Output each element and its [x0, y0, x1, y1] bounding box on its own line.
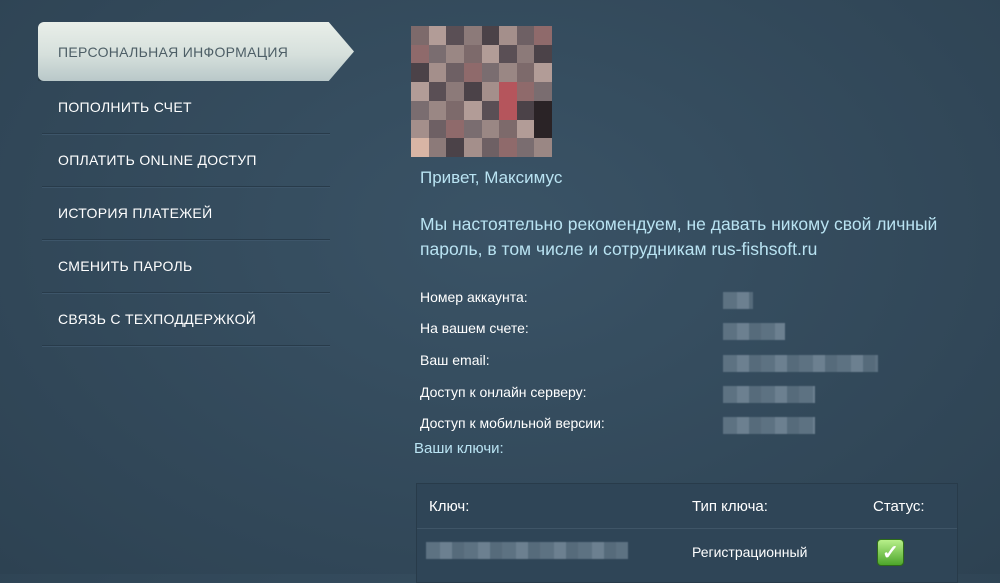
- sidebar-item-label: ИСТОРИЯ ПЛАТЕЖЕЙ: [58, 205, 213, 221]
- avatar-pixel: [463, 100, 482, 120]
- avatar-pixel: [446, 138, 464, 157]
- avatar-pixel: [481, 138, 500, 157]
- avatar-pixel: [534, 82, 552, 101]
- sidebar-item-label: ПЕРСОНАЛЬНАЯ ИНФОРМАЦИЯ: [58, 43, 289, 60]
- sidebar-nav: ПЕРСОНАЛЬНАЯ ИНФОРМАЦИЯ ПОПОЛНИТЬ СЧЕТ О…: [38, 22, 354, 346]
- avatar-pixel: [463, 138, 482, 157]
- balance-value-redacted: [723, 323, 785, 340]
- avatar-pixel: [516, 26, 535, 45]
- avatar-pixel: [428, 63, 447, 83]
- avatar-pixel: [499, 63, 517, 83]
- avatar-pixel: [411, 26, 429, 45]
- avatar-pixel: [516, 63, 535, 83]
- avatar-pixel: [446, 100, 464, 120]
- avatar-pixel: [463, 119, 482, 139]
- avatar-pixel: [534, 138, 552, 157]
- avatar-pixel: [516, 100, 535, 120]
- avatar-pixel: [516, 82, 535, 101]
- account-number-label: Номер аккаунта:: [420, 289, 528, 305]
- avatar-pixel: [428, 100, 447, 120]
- mobile-access-value-redacted: [723, 417, 815, 434]
- avatar-pixel: [446, 63, 464, 83]
- avatar-pixel: [411, 138, 429, 157]
- avatar-pixel: [481, 100, 500, 120]
- sidebar-item-label: СВЯЗЬ С ТЕХПОДДЕРЖКОЙ: [58, 311, 257, 327]
- avatar-pixel: [534, 100, 552, 120]
- avatar-pixel: [516, 44, 535, 64]
- column-header-status: Статус:: [873, 498, 925, 515]
- avatar-pixel: [428, 138, 447, 157]
- avatar-pixel: [428, 26, 447, 45]
- table-divider: [417, 528, 957, 529]
- sidebar-item-support[interactable]: СВЯЗЬ С ТЕХПОДДЕРЖКОЙ: [42, 293, 330, 346]
- avatar-pixel: [481, 44, 500, 64]
- key-value-redacted: [426, 542, 628, 559]
- keys-section-title: Ваши ключи:: [414, 440, 504, 457]
- avatar-pixel: [499, 26, 517, 45]
- avatar-pixel: [516, 138, 535, 157]
- avatar-pixel: [463, 26, 482, 45]
- mobile-access-label: Доступ к мобильной версии:: [420, 415, 605, 431]
- avatar-pixel: [411, 63, 429, 83]
- avatar-pixel: [411, 119, 429, 139]
- sidebar-item-payment-history[interactable]: ИСТОРИЯ ПЛАТЕЖЕЙ: [42, 187, 330, 240]
- sidebar-item-label: ОПЛАТИТЬ ONLINE ДОСТУП: [58, 152, 257, 168]
- avatar-pixel: [428, 44, 447, 64]
- email-value-redacted: [723, 355, 878, 372]
- avatar-pixel: [534, 63, 552, 83]
- key-type-cell: Регистрационный: [692, 544, 808, 560]
- sidebar-item-personal-info[interactable]: ПЕРСОНАЛЬНАЯ ИНФОРМАЦИЯ: [38, 22, 354, 81]
- avatar-pixel: [516, 119, 535, 139]
- avatar-pixel: [446, 119, 464, 139]
- online-access-value-redacted: [723, 386, 815, 403]
- password-warning: Мы настоятельно рекомендуем, не давать н…: [420, 214, 938, 259]
- avatar-pixel: [481, 63, 500, 83]
- column-header-type: Тип ключа:: [692, 498, 768, 515]
- avatar-pixel: [499, 44, 517, 64]
- check-icon: ✓: [877, 539, 904, 566]
- avatar-pixel: [463, 44, 482, 64]
- avatar-pixel: [463, 82, 482, 101]
- column-header-key: Ключ:: [429, 498, 470, 515]
- sidebar-item-label: ПОПОЛНИТЬ СЧЕТ: [58, 99, 192, 115]
- avatar-pixel: [499, 119, 517, 139]
- sidebar-item-top-up[interactable]: ПОПОЛНИТЬ СЧЕТ: [42, 81, 330, 134]
- account-number-value-redacted: [723, 292, 753, 309]
- avatar: [411, 26, 552, 157]
- email-label: Ваш email:: [420, 352, 490, 368]
- avatar-pixel: [411, 82, 429, 101]
- balance-label: На вашем счете:: [420, 320, 529, 336]
- avatar-pixel: [481, 26, 500, 45]
- avatar-pixel: [534, 119, 552, 139]
- avatar-pixel: [534, 26, 552, 45]
- keys-table: Ключ: Тип ключа: Статус: Регистрационный…: [416, 483, 958, 583]
- avatar-pixel: [411, 100, 429, 120]
- avatar-pixel: [499, 82, 517, 101]
- avatar-pixel: [428, 119, 447, 139]
- greeting-text: Привет, Максимус: [420, 168, 563, 187]
- sidebar-item-pay-online[interactable]: ОПЛАТИТЬ ONLINE ДОСТУП: [42, 134, 330, 187]
- avatar-pixel: [463, 63, 482, 83]
- sidebar-item-change-password[interactable]: СМЕНИТЬ ПАРОЛЬ: [42, 240, 330, 293]
- avatar-pixel: [446, 26, 464, 45]
- avatar-pixel: [499, 100, 517, 120]
- avatar-pixel: [411, 44, 429, 64]
- avatar-pixel: [534, 44, 552, 64]
- avatar-pixel: [428, 82, 447, 101]
- online-access-label: Доступ к онлайн серверу:: [420, 384, 587, 400]
- avatar-pixel: [481, 82, 500, 101]
- avatar-pixel: [446, 44, 464, 64]
- avatar-pixel: [499, 138, 517, 157]
- avatar-pixel: [481, 119, 500, 139]
- sidebar-item-label: СМЕНИТЬ ПАРОЛЬ: [58, 258, 193, 274]
- avatar-pixel: [446, 82, 464, 101]
